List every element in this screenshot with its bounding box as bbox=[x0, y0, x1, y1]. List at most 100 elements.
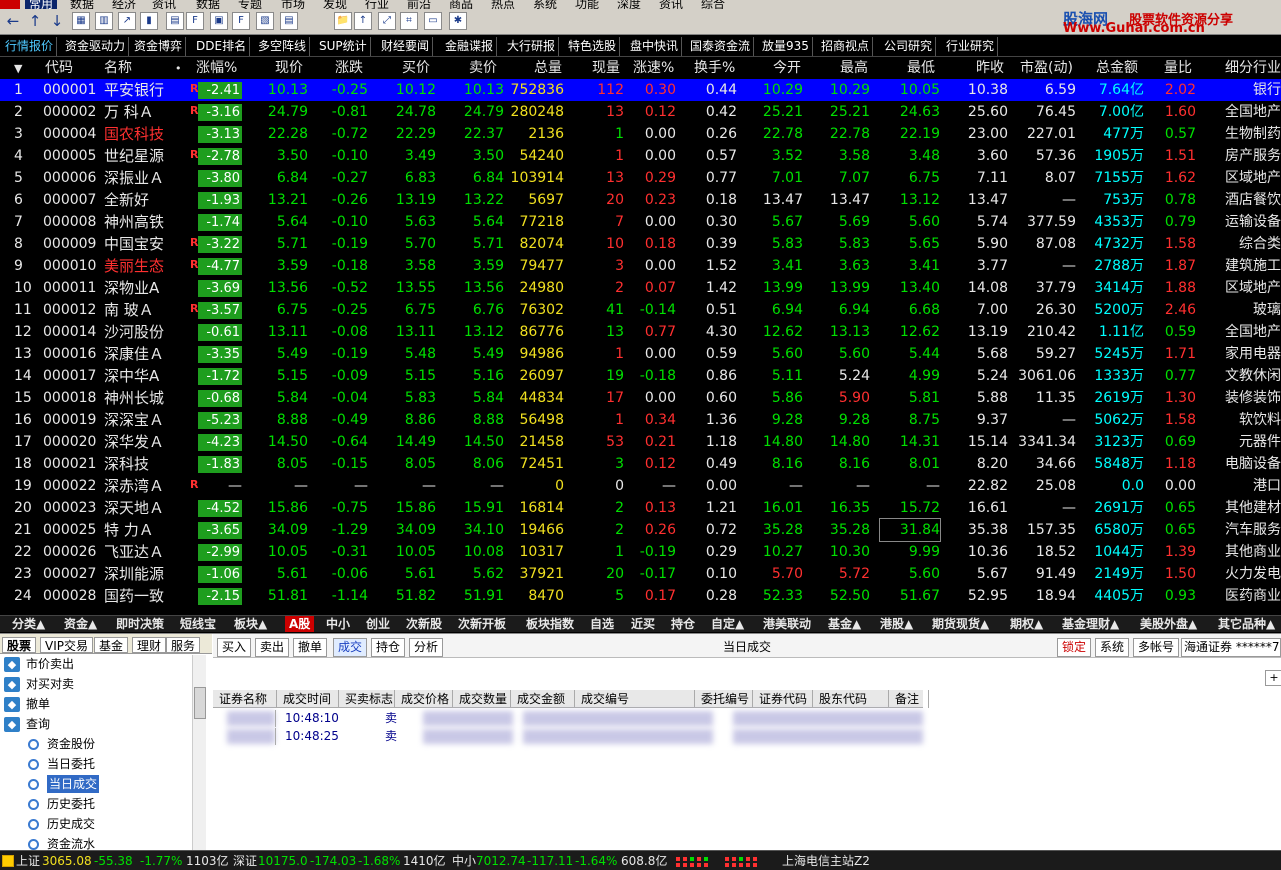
tab-11[interactable]: 国泰资金流 bbox=[687, 37, 755, 56]
table-row[interactable]: 9 000010 美丽生态 R -4.77 3.59 -0.18 3.58 3.59 79477 3… bbox=[0, 255, 1281, 277]
settings-icon[interactable]: ✱ bbox=[449, 12, 467, 30]
col-header-0[interactable]: 代码 bbox=[45, 58, 73, 79]
col-header-3[interactable]: 现价 bbox=[275, 58, 303, 79]
table-row[interactable]: 2 000002 万 科Ａ R -3.16 24.79 -0.81 24.78 24.79 280… bbox=[0, 101, 1281, 123]
fill-row[interactable]: 10:48:10 卖 bbox=[213, 710, 923, 727]
down-icon[interactable]: ↓ bbox=[48, 12, 66, 30]
grid-col-9[interactable]: 股东代码 bbox=[813, 690, 889, 708]
table-row[interactable]: 4 000005 世纪星源 R -2.78 3.50 -0.10 3.49 3.50 54240 1… bbox=[0, 145, 1281, 167]
col-header-4[interactable]: 涨跌 bbox=[335, 58, 363, 79]
menu-item-10[interactable]: 商品 bbox=[449, 0, 473, 9]
table-row[interactable]: 14 000017 深中华A -1.72 5.15 -0.09 5.15 5.16 26097 1… bbox=[0, 365, 1281, 387]
tab-0[interactable]: 行情报价 bbox=[2, 37, 58, 56]
layout-icon[interactable]: ⌗ bbox=[400, 12, 418, 30]
up-icon[interactable]: ↑ bbox=[26, 12, 44, 30]
back-icon[interactable]: ← bbox=[4, 12, 22, 30]
col-header-14[interactable]: 昨收 bbox=[976, 58, 1004, 79]
list-icon[interactable]: ▤ bbox=[280, 12, 298, 30]
table-row[interactable]: 6 000007 全新好 -1.93 13.21 -0.26 13.19 13.22 5697 2… bbox=[0, 189, 1281, 211]
menu-item-1[interactable]: 数据 bbox=[70, 0, 94, 9]
category-9[interactable]: 次新开板 bbox=[458, 616, 506, 632]
grid-col-10[interactable]: 备注 bbox=[889, 690, 929, 708]
tree-item-3[interactable]: 查询 bbox=[26, 715, 50, 733]
category-14[interactable]: 自定▲ bbox=[711, 616, 744, 632]
col-header-10[interactable]: 换手% bbox=[694, 58, 735, 79]
table-row[interactable]: 10 000011 深物业A -3.69 13.56 -0.52 13.55 13.56 249… bbox=[0, 277, 1281, 299]
tree-item-0[interactable]: 市价卖出 bbox=[26, 655, 74, 673]
menu-item-4[interactable]: 数据 bbox=[196, 0, 220, 9]
tree-scrollbar[interactable] bbox=[192, 655, 206, 851]
f10-icon[interactable]: F bbox=[186, 12, 204, 30]
grid-col-7[interactable]: 委托编号 bbox=[695, 690, 753, 708]
tab-12[interactable]: 放量935 bbox=[759, 37, 813, 56]
trade-button-1[interactable]: 卖出 bbox=[255, 638, 290, 657]
col-header-7[interactable]: 总量 bbox=[534, 58, 562, 79]
fin-icon[interactable]: F bbox=[232, 12, 250, 30]
table-row[interactable]: 23 000027 深圳能源 -1.06 5.61 -0.06 5.61 5.62 37921 2… bbox=[0, 563, 1281, 585]
fill-row[interactable]: 10:48:25 卖 bbox=[213, 728, 923, 745]
menu-item-14[interactable]: 深度 bbox=[617, 0, 641, 9]
columns-icon[interactable]: ▥ bbox=[95, 12, 113, 30]
menu-item-16[interactable]: 综合 bbox=[701, 0, 725, 9]
menu-item-5[interactable]: 专题 bbox=[238, 0, 262, 9]
table-row[interactable]: 18 000021 深科技 -1.83 8.05 -0.15 8.05 8.06 72451 3 0… bbox=[0, 453, 1281, 475]
tree-item-1[interactable]: 对买对卖 bbox=[26, 675, 74, 693]
menu-item-3[interactable]: 资讯 bbox=[152, 0, 176, 9]
trade-button-0[interactable]: 买入 bbox=[217, 638, 252, 657]
col-header-18[interactable]: 细分行业 bbox=[1225, 58, 1281, 79]
table-row[interactable]: 5 000006 深振业Ａ -3.80 6.84 -0.27 6.83 6.84 103914 1… bbox=[0, 167, 1281, 189]
grid-col-0[interactable]: 证券名称 bbox=[213, 690, 277, 708]
col-header-8[interactable]: 现量 bbox=[592, 58, 620, 79]
tab-7[interactable]: 金融谍报 bbox=[442, 37, 498, 56]
category-16[interactable]: 基金▲ bbox=[828, 616, 861, 632]
category-8[interactable]: 次新股 bbox=[406, 616, 442, 632]
col-header-6[interactable]: 卖价 bbox=[469, 58, 497, 79]
candlestick-icon[interactable]: ▮ bbox=[140, 12, 158, 30]
tab-10[interactable]: 盘中快讯 bbox=[627, 37, 683, 56]
table-row[interactable]: 3 000004 国农科技 -3.13 22.28 -0.72 22.29 22.37 2136… bbox=[0, 123, 1281, 145]
category-11[interactable]: 自选 bbox=[590, 616, 614, 632]
category-15[interactable]: 港美联动 bbox=[763, 616, 811, 632]
menu-item-8[interactable]: 行业 bbox=[365, 0, 389, 9]
col-header-11[interactable]: 今开 bbox=[773, 58, 801, 79]
table-row[interactable]: 11 000012 南 玻Ａ R -3.57 6.75 -0.25 6.75 6.76 76302… bbox=[0, 299, 1281, 321]
menu-item-6[interactable]: 市场 bbox=[281, 0, 305, 9]
menu-item-0[interactable]: 常用 bbox=[25, 0, 58, 9]
grid-icon[interactable]: ▧ bbox=[256, 12, 274, 30]
category-7[interactable]: 创业 bbox=[366, 616, 390, 632]
category-20[interactable]: 基金理财▲ bbox=[1062, 616, 1119, 632]
tree-item-5[interactable]: 当日委托 bbox=[47, 755, 95, 773]
menu-item-2[interactable]: 经济 bbox=[112, 0, 136, 9]
tab-13[interactable]: 招商视点 bbox=[818, 37, 874, 56]
col-header-12[interactable]: 最高 bbox=[840, 58, 868, 79]
info-icon[interactable]: ▣ bbox=[210, 12, 228, 30]
tab-4[interactable]: 多空阵线 bbox=[255, 37, 311, 56]
menu-item-9[interactable]: 前沿 bbox=[407, 0, 431, 9]
tree-item-6[interactable]: 当日成交 bbox=[47, 775, 100, 793]
scroll-thumb[interactable] bbox=[194, 687, 206, 719]
panel-extra-button[interactable]: + bbox=[1265, 670, 1281, 686]
category-0[interactable]: 分类▲ bbox=[12, 616, 45, 632]
table-row[interactable]: 19 000022 深赤湾Ａ R — — — — —0 0—0.00— — —22.82 25.08 0.… bbox=[0, 475, 1281, 497]
left-tab-4[interactable]: 服务 bbox=[166, 637, 201, 653]
category-22[interactable]: 其它品种▲ bbox=[1218, 616, 1275, 632]
fullscreen-icon[interactable]: ⤢ bbox=[378, 12, 396, 30]
trade-right-button-2[interactable]: 多帐号 bbox=[1133, 638, 1180, 657]
folder-icon[interactable]: 📁 bbox=[334, 12, 352, 30]
table-row[interactable]: 15 000018 神州长城 -0.68 5.84 -0.04 5.83 5.84 44834 1… bbox=[0, 387, 1281, 409]
table-row[interactable]: 8 000009 中国宝安 R -3.22 5.71 -0.19 5.70 5.71 82074 1… bbox=[0, 233, 1281, 255]
tab-14[interactable]: 公司研究 bbox=[881, 37, 937, 56]
tree-item-7[interactable]: 历史委托 bbox=[47, 795, 95, 813]
col-header-15[interactable]: 市盈(动) bbox=[1020, 58, 1073, 79]
sort-icon[interactable]: ↑ bbox=[354, 12, 372, 30]
left-tab-1[interactable]: VIP交易 bbox=[40, 637, 93, 653]
table-row[interactable]: 24 000028 国药一致 -2.15 51.81 -1.14 51.82 51.91 847… bbox=[0, 585, 1281, 607]
col-header-13[interactable]: 最低 bbox=[907, 58, 935, 79]
table-row[interactable]: 21 000025 特 力Ａ -3.65 34.09 -1.29 34.09 34.10 194… bbox=[0, 518, 1281, 542]
col-header-2[interactable]: 涨幅% bbox=[196, 58, 237, 79]
grid-col-3[interactable]: 成交价格 bbox=[395, 690, 453, 708]
trade-button-2[interactable]: 撤单 bbox=[293, 638, 328, 657]
category-2[interactable]: 即时决策 bbox=[116, 616, 164, 632]
tab-5[interactable]: SUP统计 bbox=[316, 37, 371, 56]
tab-3[interactable]: DDE排名 bbox=[193, 37, 251, 56]
